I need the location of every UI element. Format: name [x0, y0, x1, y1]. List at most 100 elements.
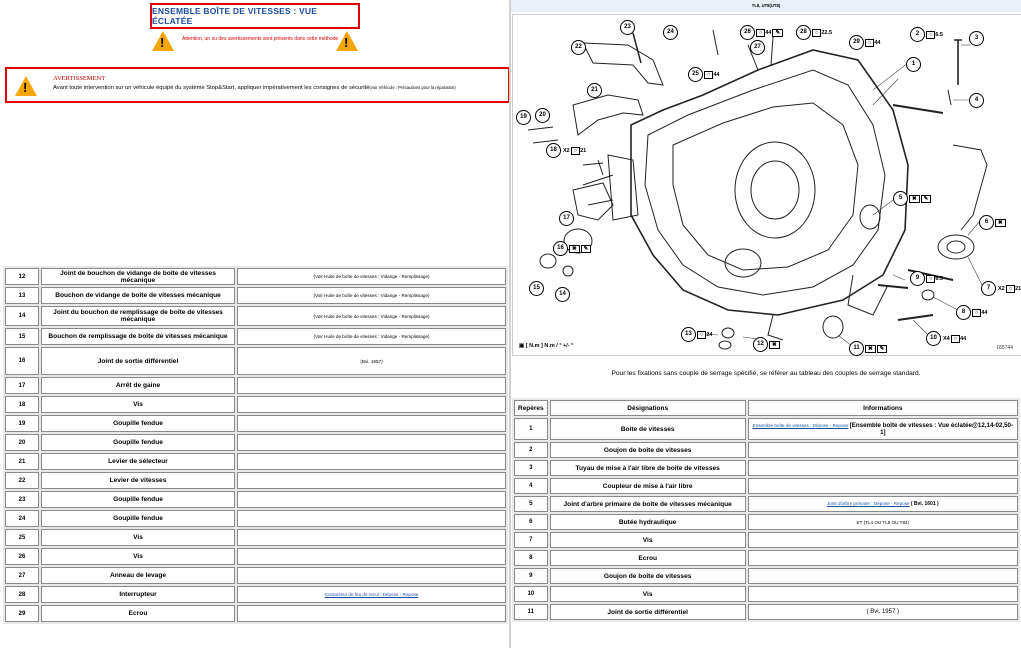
table-row: 24 Goupille fendue [5, 510, 506, 527]
row-designation: Goujon de boîte de vitesses [549, 442, 746, 458]
row-number: 20 [5, 434, 39, 451]
warning-triangle-icon [336, 31, 358, 51]
exploded-view-figure: 1 2 ○ 6.5 3 4 5 ✖ ✎ 6 ✖ 7 X2 ○ 21 8 ○ 44 9 ○ 6.5 10 X4 ○ 44 11 ✖ ✎ 1… [512, 14, 1021, 356]
row-information [237, 529, 506, 546]
row-information: (Voir Huile de boîte de vitesses : Vidan… [237, 328, 506, 345]
table-row: 9 Goujon de boîte de vitesses [514, 568, 1018, 584]
callout-number: 7 [981, 281, 996, 296]
callout-number: 22 [571, 40, 586, 55]
row-number: 5 [514, 496, 548, 512]
row-number: 23 [5, 491, 39, 508]
table-row: 21 Levier de sélecteur [5, 453, 506, 470]
callout-number: 27 [750, 40, 765, 55]
warning-triangle-icon [152, 31, 174, 51]
row-designation: Ecrou [549, 550, 746, 566]
callout-23: 23 [620, 20, 635, 35]
replace-part-icon: ✖ [769, 340, 780, 349]
row-number: 28 [5, 586, 39, 603]
table-row: 14 Joint du bouchon de remplissage de boî… [5, 306, 506, 326]
callout-number: 25 [688, 67, 703, 82]
table-row: 16 Joint de sortie différentiel (Bvi. 1957… [5, 347, 506, 375]
row-number: 6 [514, 514, 548, 530]
row-designation: Joint de bouchon de vidange de boîte de … [41, 268, 235, 285]
row-number: 13 [5, 287, 39, 304]
table-row: 2 Goujon de boîte de vitesses [514, 442, 1018, 458]
callout-number: 20 [535, 108, 550, 123]
attention-banner: Attention, un ou des avertissements sont… [150, 28, 360, 54]
figure-legend-text: [ N.m ] N.m / ° +/- ° [525, 343, 574, 349]
row-number: 18 [5, 396, 39, 413]
row-information [747, 478, 1018, 494]
row-number: 19 [5, 415, 39, 432]
torque-value: 44 [713, 71, 720, 78]
info-link[interactable]: Contacteur de feu de recul : Dépose - Re… [325, 592, 419, 597]
row-designation: Goupille fendue [41, 434, 235, 451]
row-information: Contacteur de feu de recul : Dépose - Re… [237, 586, 506, 603]
row-information: Ensemble boîte de vitesses : Dépose - Re… [747, 418, 1018, 440]
replace-part-icon: ✖ [569, 244, 580, 253]
row-information [237, 377, 506, 394]
replace-part-icon: ✖ [909, 194, 920, 203]
callout-number: 6 [979, 215, 994, 230]
table-row: 27 Anneau de levage [5, 567, 506, 584]
callout-8: 8 ○ 44 [956, 305, 987, 320]
callout-number: 11 [849, 341, 864, 356]
row-designation: Goujon de boîte de vitesses [549, 568, 746, 584]
table-row: 6 Butée hydraulique ET (TL4 OU TL8 OU T84) [514, 514, 1018, 530]
row-information [237, 567, 506, 584]
info-link[interactable]: Ensemble boîte de vitesses : Dépose - Re… [753, 423, 849, 428]
torque-value: 6.5 [935, 275, 943, 282]
callout-number: 17 [559, 211, 574, 226]
row-information [237, 415, 506, 432]
row-number: 21 [5, 453, 39, 470]
torque-value: 21 [580, 147, 587, 154]
callout-number: 1 [906, 57, 921, 72]
row-number: 11 [514, 604, 548, 620]
callout-3: 3 [969, 31, 984, 46]
row-information [237, 472, 506, 489]
row-number: 15 [5, 328, 39, 345]
torque-value: 44 [981, 309, 988, 316]
warning-triangle-icon [15, 76, 37, 96]
row-number: 1 [514, 418, 548, 440]
row-number: 25 [5, 529, 39, 546]
callout-number: 2 [910, 27, 925, 42]
info-link[interactable]: Joint d'arbre primaire : Dépose - Repose [827, 501, 910, 506]
table-row: 28 Interrupteur Contacteur de feu de recul… [5, 586, 506, 603]
row-information: (Bvi. 1957) [237, 347, 506, 375]
torque-value: 44 [874, 39, 881, 46]
table-row: 29 Ecrou [5, 605, 506, 622]
attention-text: Attention, un ou des avertissements sont… [182, 36, 339, 42]
row-information: (Voir Huile de boîte de vitesses : Vidan… [237, 287, 506, 304]
warning-text: Avant toute intervention sur un véhicule… [53, 85, 370, 91]
row-designation: Vis [41, 396, 235, 413]
callout-29: 29 ○ 44 [849, 35, 880, 50]
row-information [747, 532, 1018, 548]
torque-value: 21 [1015, 285, 1021, 292]
row-designation: Vis [41, 529, 235, 546]
row-designation: Joint du bouchon de remplissage de boîte… [41, 306, 235, 326]
callout-27: 27 [750, 40, 765, 55]
table-row: 7 Vis [514, 532, 1018, 548]
gearbox-drawing [527, 29, 988, 350]
row-designation: Joint d'arbre primaire de boîte de vites… [549, 496, 746, 512]
row-information: (Voir Huile de boîte de vitesses : Vidan… [237, 268, 506, 285]
table-row: 18 Vis [5, 396, 506, 413]
row-number: 2 [514, 442, 548, 458]
figure-id: 165744 [996, 345, 1013, 351]
col-header-reperes: Repères [514, 400, 548, 416]
row-designation: Joint de sortie différentiel [41, 347, 235, 375]
grease-icon: ✎ [772, 28, 784, 37]
row-designation: Coupleur de mise à l'air libre [549, 478, 746, 494]
info-text: [Ensemble boîte de vitesses : Vue éclaté… [849, 422, 1014, 436]
quantity-label: X2 [563, 147, 570, 154]
grease-icon: ✎ [920, 194, 932, 203]
row-information: ( Bvi. 1957 ) [747, 604, 1018, 620]
row-information: Joint d'arbre primaire : Dépose - Repose… [747, 496, 1018, 512]
row-designation: Boîte de vitesses [549, 418, 746, 440]
row-information: (Voir Huile de boîte de vitesses : Vidan… [237, 306, 506, 326]
callout-number: 16 [553, 241, 568, 256]
callout-number: 26 [740, 25, 755, 40]
callout-17: 17 [559, 211, 574, 226]
row-designation: Levier de vitesses [41, 472, 235, 489]
